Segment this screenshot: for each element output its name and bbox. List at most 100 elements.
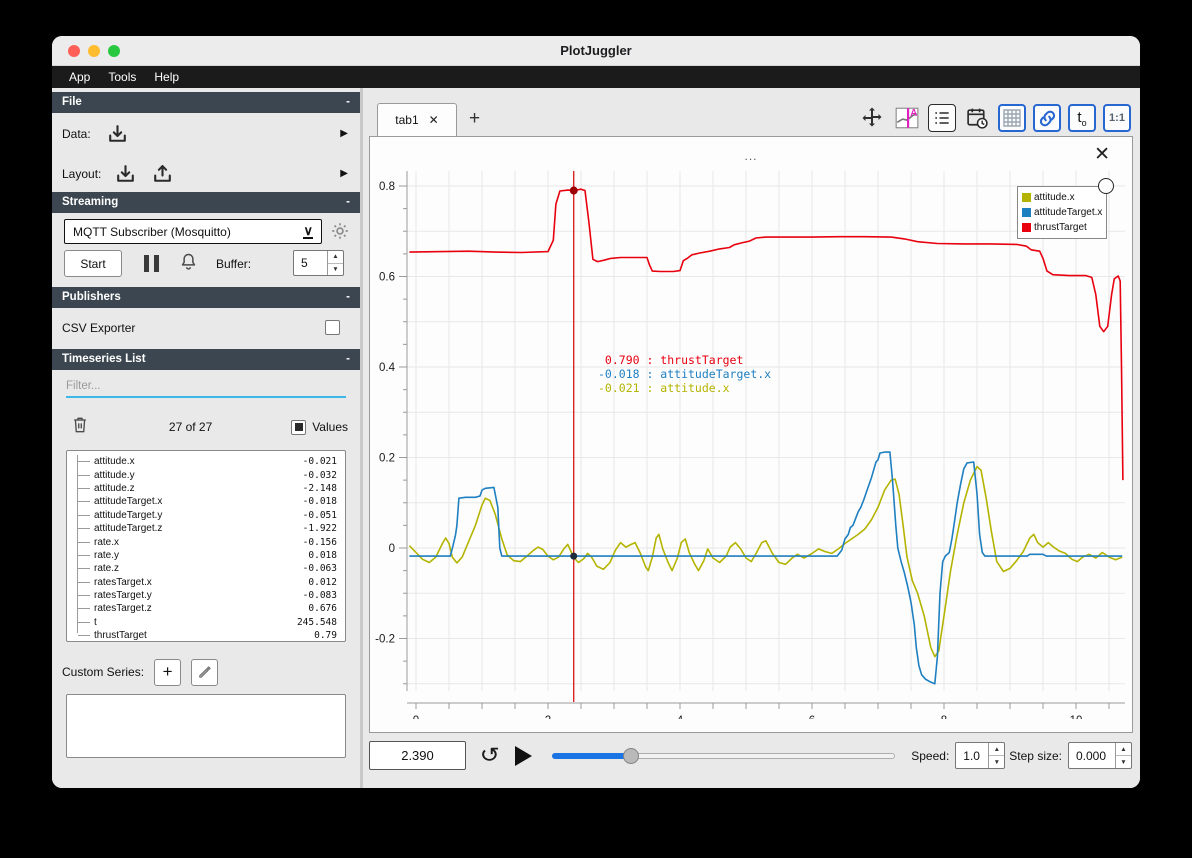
time-slider[interactable] (551, 747, 896, 764)
series-name: attitude.x (94, 456, 135, 468)
tree-branch (78, 501, 90, 503)
notifications-bell-icon[interactable] (178, 251, 199, 277)
series-name: thrustTarget (94, 630, 147, 642)
timeseries-row[interactable]: attitudeTarget.z -1.922 (78, 522, 339, 535)
series-name: attitude.z (94, 482, 135, 494)
speed-spinbox[interactable]: 1.0 ▲ ▼ (955, 742, 1006, 769)
svg-text:0: 0 (389, 543, 395, 555)
publishers-section-header[interactable]: Publishers - (52, 287, 360, 308)
streaming-section-header[interactable]: Streaming - (52, 192, 360, 213)
series-name: rate.x (94, 536, 120, 548)
layout-label: Layout: (62, 167, 102, 181)
csv-exporter-checkbox[interactable] (325, 320, 340, 335)
list-view-icon[interactable] (928, 104, 956, 132)
collapse-icon[interactable]: - (346, 287, 350, 308)
timeseries-row[interactable]: rate.y 0.018 (78, 549, 339, 562)
timeseries-row[interactable]: t 245.548 (78, 616, 339, 629)
spin-down-icon[interactable]: ▼ (1116, 756, 1131, 768)
play-icon[interactable] (514, 745, 532, 766)
series-value: -2.148 (302, 482, 337, 494)
pause-icon[interactable] (144, 255, 159, 272)
tree-branch (78, 568, 90, 570)
file-section-header[interactable]: File - (52, 92, 360, 113)
current-time-input[interactable] (369, 741, 466, 770)
slider-fill (551, 752, 631, 759)
legend-item[interactable]: thrustTarget (1022, 220, 1102, 235)
slider-handle[interactable] (622, 747, 639, 764)
timeseries-row[interactable]: attitude.z -2.148 (78, 482, 339, 495)
series-value: -0.021 (302, 456, 337, 468)
start-streaming-button[interactable]: Start (64, 250, 122, 277)
add-custom-series-button[interactable]: + (154, 658, 182, 686)
time-offset-icon[interactable]: to (1068, 104, 1096, 132)
streaming-source-select[interactable]: MQTT Subscriber (Mosquitto) ∨ (64, 219, 322, 244)
svg-text:0.6: 0.6 (379, 272, 395, 284)
link-plots-icon[interactable] (1033, 104, 1061, 132)
timeseries-row[interactable]: attitudeTarget.x -0.018 (78, 495, 339, 508)
load-data-icon[interactable] (105, 122, 130, 147)
menu-item[interactable]: Help (145, 66, 188, 88)
timeseries-row[interactable]: ratesTarget.x 0.012 (78, 576, 339, 589)
legend-item[interactable]: attitudeTarget.x (1022, 205, 1102, 220)
svg-text:0.8: 0.8 (379, 181, 395, 193)
timeseries-row[interactable]: attitudeTarget.y -0.051 (78, 509, 339, 522)
pan-zoom-icon[interactable] (858, 104, 886, 132)
streaming-settings-gear-icon[interactable] (329, 220, 351, 247)
tab-tab1[interactable]: tab1 ✕ (377, 103, 457, 136)
menu-item[interactable]: App (60, 66, 99, 88)
new-tab-button[interactable]: + (469, 108, 480, 130)
tree-branch (78, 608, 90, 610)
timeseries-row[interactable]: ratesTarget.z 0.676 (78, 602, 339, 615)
save-layout-icon[interactable] (150, 162, 175, 187)
load-layout-icon[interactable] (113, 162, 138, 187)
speed-label: Speed: (911, 748, 950, 763)
legend-drag-handle-icon[interactable] (1098, 178, 1114, 194)
timeseries-row[interactable]: ratesTarget.y -0.083 (78, 589, 339, 602)
svg-text:0.2: 0.2 (379, 453, 395, 465)
data-menu-arrow-icon[interactable]: ▶ (340, 128, 348, 139)
buffer-spinbox[interactable]: 5 ▲ ▼ (293, 250, 344, 276)
layout-menu-arrow-icon[interactable]: ▶ (340, 168, 348, 179)
custom-series-list (66, 694, 346, 758)
replay-bar: ↺ Speed: 1.0 ▲▼ Step size: 0.000 ▲▼ (369, 740, 1132, 771)
collapse-icon[interactable]: - (346, 192, 350, 213)
timeseries-row[interactable]: attitude.x -0.021 (78, 455, 339, 468)
timeseries-row[interactable]: rate.x -0.156 (78, 535, 339, 548)
ratio-1-1-icon[interactable]: 1:1 (1103, 104, 1131, 132)
menubar: App Tools Help (52, 66, 1140, 88)
series-name: t (94, 616, 97, 628)
menu-item[interactable]: Tools (99, 66, 145, 88)
tree-branch (78, 581, 90, 583)
filter-input[interactable] (66, 376, 346, 398)
timeseries-section-header[interactable]: Timeseries List - (52, 349, 360, 370)
timeseries-row[interactable]: attitude.y -0.032 (78, 468, 339, 481)
spin-up-icon[interactable]: ▲ (1116, 743, 1131, 756)
series-name: ratesTarget.z (94, 603, 152, 615)
spin-down-icon[interactable]: ▼ (328, 264, 343, 276)
timeseries-row[interactable]: thrustTarget 0.79 (78, 629, 339, 642)
collapse-icon[interactable]: - (346, 349, 350, 370)
edit-custom-series-button[interactable] (191, 658, 219, 686)
values-checkbox[interactable] (291, 419, 307, 435)
step-size-spinbox[interactable]: 0.000 ▲ ▼ (1068, 742, 1132, 769)
trash-icon[interactable] (70, 415, 90, 440)
timeseries-row[interactable]: rate.z -0.063 (78, 562, 339, 575)
grid-view-icon[interactable] (998, 104, 1026, 132)
titlebar: PlotJuggler (52, 36, 1140, 66)
legend-item[interactable]: attitude.x (1022, 190, 1102, 205)
loop-icon[interactable]: ↺ (480, 745, 500, 766)
cursor-readout-line: 0.790 : thrustTarget (598, 353, 744, 367)
series-name: attitudeTarget.y (94, 509, 163, 521)
series-value: -1.922 (302, 523, 337, 535)
series-count: 27 of 27 (168, 420, 213, 434)
cursor-tracker-icon[interactable]: A (893, 104, 921, 132)
collapse-icon[interactable]: - (346, 92, 350, 113)
series-value: -0.083 (302, 590, 337, 602)
datetime-icon[interactable] (963, 104, 991, 132)
tab-close-icon[interactable]: ✕ (429, 113, 439, 127)
spin-up-icon[interactable]: ▲ (989, 743, 1005, 756)
spin-up-icon[interactable]: ▲ (328, 251, 343, 264)
tabbar: tab1 ✕ + A to 1:1 (369, 96, 1133, 136)
main-panel: tab1 ✕ + A to 1:1 ... ✕ -0.2 0 0.2 0.4 0… (363, 88, 1140, 788)
spin-down-icon[interactable]: ▼ (989, 756, 1004, 768)
